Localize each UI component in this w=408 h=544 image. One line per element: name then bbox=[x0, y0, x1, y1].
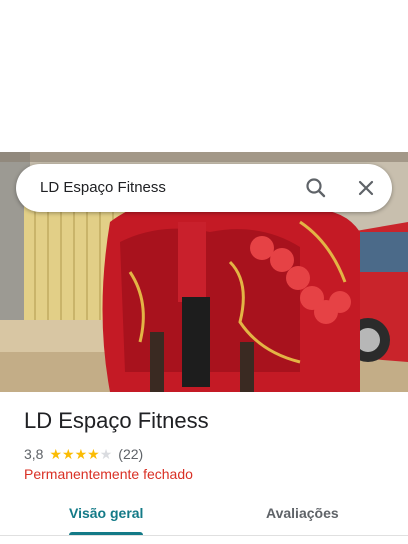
star-icon: ★ bbox=[74, 446, 88, 462]
tab-divider bbox=[0, 535, 408, 536]
star-rating: ★ ★ ★ ★ ★ bbox=[49, 447, 112, 461]
star-icon: ★ bbox=[62, 446, 75, 462]
rating-value: 3,8 bbox=[24, 446, 44, 462]
review-count[interactable]: (22) bbox=[118, 446, 143, 462]
business-status: Permanentemente fechado bbox=[24, 466, 193, 482]
close-icon[interactable] bbox=[352, 174, 380, 202]
search-icon[interactable] bbox=[302, 174, 330, 202]
tab-overview[interactable]: Visão geral bbox=[69, 505, 143, 521]
star-icon: ★ bbox=[87, 446, 100, 462]
place-title: LD Espaço Fitness bbox=[24, 408, 209, 433]
blank-map-area bbox=[0, 0, 408, 152]
rating-row[interactable]: 3,8 ★ ★ ★ ★ ★ (22) bbox=[24, 445, 143, 463]
star-icon: ★ bbox=[99, 446, 113, 462]
search-bar[interactable]: LD Espaço Fitness bbox=[16, 164, 392, 212]
star-icon: ★ bbox=[49, 446, 63, 462]
tab-reviews[interactable]: Avaliações bbox=[266, 505, 339, 521]
search-query[interactable]: LD Espaço Fitness bbox=[40, 179, 166, 196]
